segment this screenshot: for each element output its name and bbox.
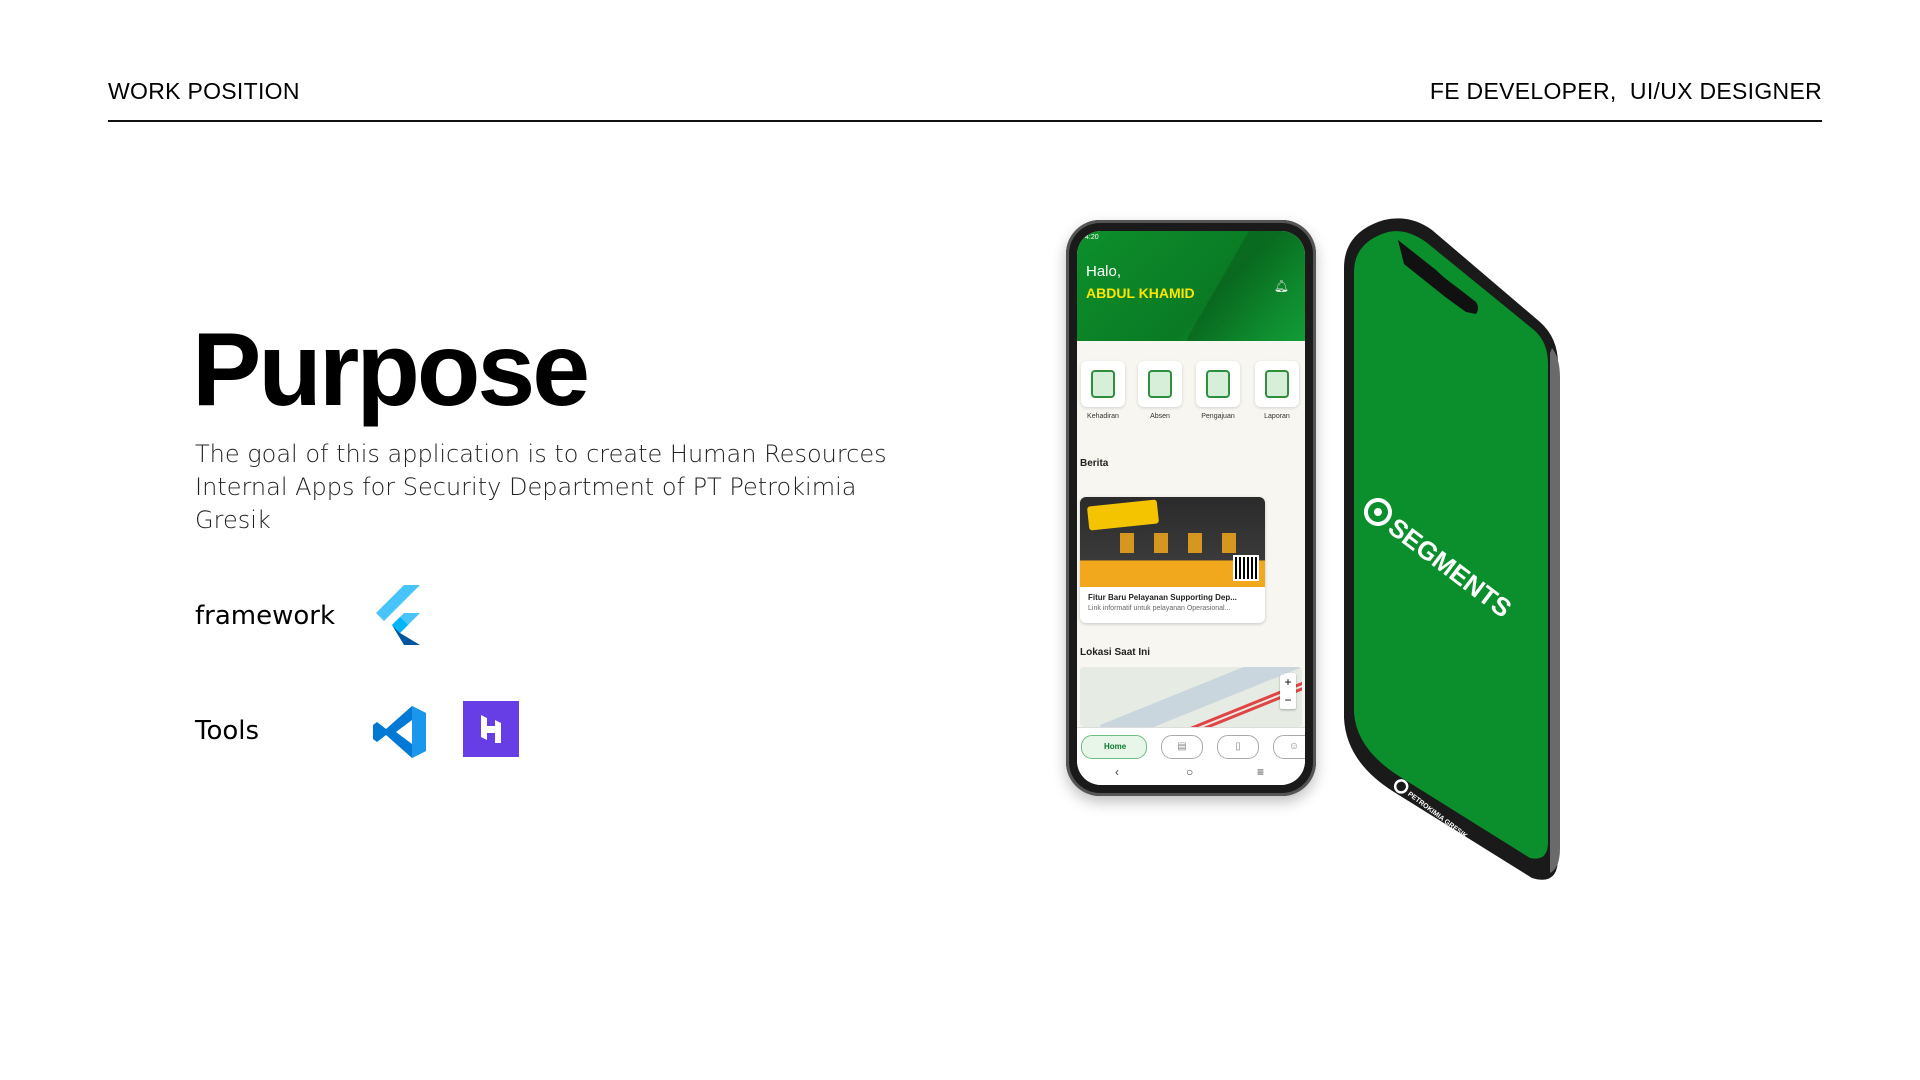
map-zoom-controls[interactable]: + − bbox=[1280, 673, 1296, 709]
flutter-icon bbox=[372, 585, 428, 650]
news-banner bbox=[1086, 499, 1160, 531]
location-section-title: Lokasi Saat Ini bbox=[1080, 647, 1151, 658]
menu-item-pengajuan[interactable]: Pengajuan bbox=[1195, 361, 1241, 420]
phone-mockup-app: 4:20 Halo, ABDUL KHAMID 🔔︎ Kehadiran Abs… bbox=[1066, 220, 1316, 796]
kehadiran-icon bbox=[1081, 361, 1125, 407]
menu-item-laporan[interactable]: Laporan bbox=[1254, 361, 1300, 420]
zoom-out-button[interactable]: − bbox=[1280, 691, 1296, 709]
location-map[interactable]: + − bbox=[1080, 667, 1302, 727]
menu-label: Absen bbox=[1150, 413, 1170, 420]
status-bar-time: 4:20 bbox=[1085, 234, 1099, 241]
hostinger-icon bbox=[463, 701, 519, 762]
menu-item-absen[interactable]: Absen bbox=[1137, 361, 1183, 420]
news-features bbox=[1120, 533, 1240, 553]
recents-icon[interactable]: ≡ bbox=[1257, 765, 1264, 779]
tools-label: Tools bbox=[195, 716, 260, 746]
vscode-icon bbox=[372, 704, 428, 765]
phone-screen: 4:20 Halo, ABDUL KHAMID 🔔︎ Kehadiran Abs… bbox=[1077, 231, 1305, 785]
header-left-label: WORK POSITION bbox=[108, 78, 300, 104]
news-title: Fitur Baru Pelayanan Supporting Dep... bbox=[1088, 593, 1237, 602]
header-right-label: FE DEVELOPER, UI/UX DESIGNER bbox=[1429, 78, 1822, 104]
pengajuan-icon bbox=[1196, 361, 1240, 407]
news-subtitle: Link informatif untuk pelayanan Operasio… bbox=[1088, 605, 1231, 612]
news-section-title: Berita bbox=[1080, 458, 1109, 469]
bottom-navbar: Home ▤ ▯ ☺ bbox=[1077, 727, 1305, 762]
nav-calendar-icon[interactable]: ▤ bbox=[1161, 735, 1203, 759]
phone-mockup-splash: SEGMENTS PETROKIMIA GRESIK bbox=[1340, 218, 1560, 888]
page-description: The goal of this application is to creat… bbox=[195, 440, 887, 534]
menu-label: Laporan bbox=[1264, 413, 1290, 420]
back-icon[interactable]: ‹ bbox=[1115, 765, 1119, 779]
news-image bbox=[1080, 497, 1265, 587]
news-card[interactable]: Fitur Baru Pelayanan Supporting Dep... L… bbox=[1080, 497, 1265, 623]
framework-label: framework bbox=[195, 601, 336, 631]
user-name: ABDUL KHAMID bbox=[1086, 285, 1195, 301]
page-title: Purpose bbox=[192, 312, 590, 428]
home-circle-icon[interactable]: ○ bbox=[1186, 765, 1193, 779]
nav-home-button[interactable]: Home bbox=[1081, 735, 1147, 759]
qr-code-icon bbox=[1233, 555, 1259, 581]
menu-item-kehadiran[interactable]: Kehadiran bbox=[1080, 361, 1126, 420]
zoom-in-button[interactable]: + bbox=[1280, 673, 1296, 691]
header-divider bbox=[108, 120, 1822, 122]
nav-document-icon[interactable]: ▯ bbox=[1217, 735, 1259, 759]
greeting-text: Halo, bbox=[1086, 263, 1122, 280]
system-nav-bar: ‹ ○ ≡ bbox=[1077, 761, 1305, 785]
menu-label: Kehadiran bbox=[1087, 413, 1119, 420]
absen-icon bbox=[1138, 361, 1182, 407]
bell-icon[interactable]: 🔔︎ bbox=[1274, 279, 1289, 293]
nav-profile-icon[interactable]: ☺ bbox=[1273, 735, 1305, 759]
app-header: 4:20 Halo, ABDUL KHAMID 🔔︎ bbox=[1077, 231, 1305, 341]
laporan-icon bbox=[1255, 361, 1299, 407]
menu-label: Pengajuan bbox=[1201, 413, 1235, 420]
